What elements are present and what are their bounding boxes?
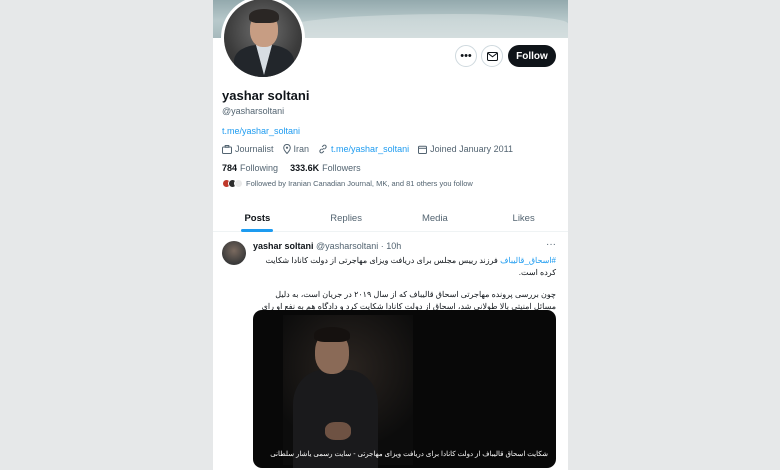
calendar-icon [418, 145, 428, 154]
post-more-icon[interactable]: ··· [546, 239, 556, 250]
link-icon [319, 144, 327, 154]
banner-landscape [283, 14, 568, 38]
location: Iran [282, 144, 309, 154]
followers-link[interactable]: 333.6K Followers [290, 163, 361, 173]
post-hashtag[interactable]: #اسحاق_قالیباف [500, 256, 556, 265]
tab-posts[interactable]: Posts [213, 206, 302, 232]
location-pin-icon [282, 144, 291, 154]
briefcase-icon [222, 144, 232, 154]
post-avatar[interactable] [222, 241, 246, 265]
profile-handle: @yasharsoltani [222, 106, 285, 116]
followed-by[interactable]: Followed by Iranian Canadian Journal, MK… [222, 179, 473, 188]
message-button[interactable] [481, 45, 503, 67]
more-button[interactable]: ••• [455, 45, 477, 67]
following-link[interactable]: 784 Following [222, 163, 278, 173]
tab-media[interactable]: Media [391, 206, 480, 231]
more-icon: ••• [460, 50, 472, 62]
profile-card: ••• Follow yashar soltani @yasharsoltani… [213, 0, 568, 470]
profile-tabs: Posts Replies Media Likes [213, 206, 568, 232]
media-caption: شکایت اسحاق قالیباف از دولت کانادا برای … [270, 451, 548, 458]
post[interactable]: yashar soltani @yasharsoltani · 10h ··· … [213, 233, 568, 470]
active-tab-indicator [241, 229, 274, 232]
profile-avatar[interactable] [221, 0, 305, 80]
post-header: yashar soltani @yasharsoltani · 10h [253, 241, 401, 251]
joined-date: Joined January 2011 [418, 144, 513, 154]
bio-link[interactable]: t.me/yashar_soltani [222, 126, 300, 136]
profile-meta: Journalist Iran t.me/yashar_soltani Join… [222, 144, 522, 154]
follower-avatars [222, 179, 243, 188]
follow-counts: 784 Following 333.6K Followers [222, 163, 373, 173]
message-icon [486, 51, 498, 61]
profile-name: yashar soltani [222, 88, 310, 103]
post-media[interactable]: شکایت اسحاق قالیباف از دولت کانادا برای … [253, 310, 556, 468]
website[interactable]: t.me/yashar_soltani [318, 144, 409, 154]
tab-likes[interactable]: Likes [479, 206, 568, 231]
follow-button[interactable]: Follow [508, 45, 556, 67]
occupation: Journalist [222, 144, 274, 154]
follower-avatar [234, 179, 243, 188]
post-handle-time: @yasharsoltani · 10h [316, 241, 402, 251]
post-author[interactable]: yashar soltani [253, 241, 314, 251]
tab-replies[interactable]: Replies [302, 206, 391, 231]
